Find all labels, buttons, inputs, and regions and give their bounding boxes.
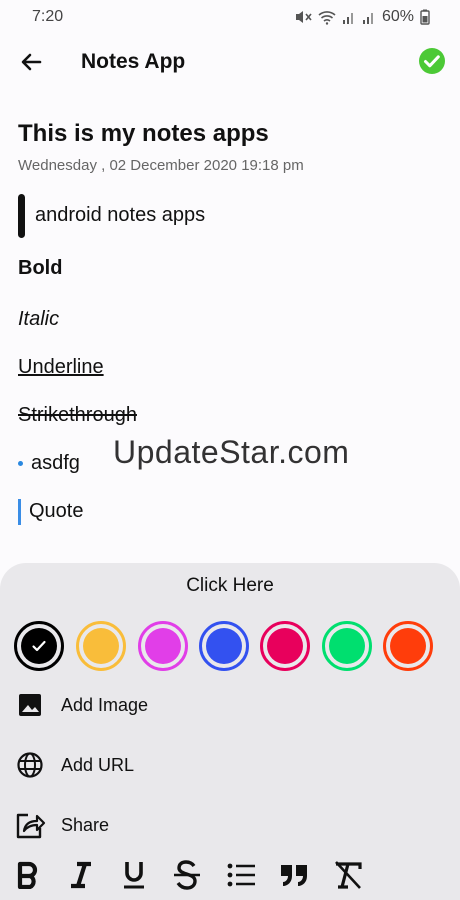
color-swatch-yellow[interactable] <box>76 621 126 671</box>
signal-icon <box>342 13 353 24</box>
note-line-strikethrough[interactable]: Strikethrough <box>18 404 137 427</box>
note-date: Wednesday , 02 December 2020 19:18 pm <box>18 157 304 174</box>
bullet-list-button[interactable] <box>224 858 258 892</box>
add-image-button[interactable]: Add Image <box>14 685 314 725</box>
underline-icon <box>124 862 144 889</box>
note-line-underline[interactable]: Underline <box>18 356 104 379</box>
image-icon <box>14 689 46 721</box>
strikethrough-icon <box>174 860 200 890</box>
bullet-list-icon <box>227 863 255 887</box>
text-cursor-bar <box>18 194 25 238</box>
clear-format-button[interactable] <box>331 858 365 892</box>
status-icons: 60% <box>294 8 430 26</box>
color-swatch-crimson[interactable] <box>260 621 310 671</box>
battery-icon <box>420 9 430 25</box>
bold-icon <box>17 861 38 889</box>
add-url-button[interactable]: Add URL <box>14 745 314 785</box>
color-swatch-black[interactable] <box>14 621 64 671</box>
add-image-label: Add Image <box>61 694 149 715</box>
swatch-fill <box>329 628 365 664</box>
swatch-fill <box>206 628 242 664</box>
mute-icon <box>295 11 312 23</box>
swatch-fill <box>83 628 119 664</box>
check-icon <box>32 640 46 652</box>
share-label: Share <box>61 814 110 835</box>
page-title: Notes App <box>81 50 186 73</box>
share-icon <box>14 809 46 841</box>
bold-button[interactable] <box>11 858 45 892</box>
bullet-dot-icon <box>18 461 23 466</box>
app-bar: Notes App <box>0 34 460 90</box>
clear-format-icon <box>335 861 362 889</box>
quote-icon <box>281 865 307 886</box>
quote-button[interactable] <box>277 858 311 892</box>
note-line-bullet[interactable]: asdfg <box>31 452 80 475</box>
color-swatch-blue[interactable] <box>199 621 249 671</box>
color-swatch-orange-red[interactable] <box>383 621 433 671</box>
status-bar: 7:20 60% <box>0 0 460 34</box>
check-circle-icon <box>419 48 445 74</box>
swatch-fill <box>145 628 181 664</box>
italic-button[interactable] <box>64 858 98 892</box>
note-title[interactable]: This is my notes apps <box>18 120 269 148</box>
note-line-quote[interactable]: Quote <box>29 500 83 523</box>
sheet-title[interactable]: Click Here <box>0 575 460 597</box>
back-button[interactable] <box>18 48 46 76</box>
arrow-left-icon <box>21 53 42 71</box>
strikethrough-button[interactable] <box>170 858 204 892</box>
italic-icon <box>71 861 91 889</box>
note-line-bold[interactable]: Bold <box>18 257 62 280</box>
note-line-italic[interactable]: Italic <box>18 308 59 331</box>
color-swatch-magenta[interactable] <box>138 621 188 671</box>
underline-button[interactable] <box>117 858 151 892</box>
bottom-sheet: Click Here Add Image Add URL Share <box>0 563 460 900</box>
share-button[interactable]: Share <box>14 805 314 845</box>
signal-icon-2 <box>362 13 373 24</box>
swatch-fill <box>21 628 57 664</box>
format-toolbar <box>0 858 460 898</box>
wifi-icon <box>318 11 336 25</box>
watermark: UpdateStar.com <box>113 434 350 470</box>
status-time: 7:20 <box>32 8 64 25</box>
swatch-fill <box>390 628 426 664</box>
quote-bar <box>18 499 21 525</box>
add-url-label: Add URL <box>61 754 135 775</box>
note-line-plain[interactable]: android notes apps <box>35 204 205 227</box>
globe-icon <box>14 749 46 781</box>
swatch-fill <box>267 628 303 664</box>
battery-percent: 60% <box>381 8 414 25</box>
color-swatch-green[interactable] <box>322 621 372 671</box>
save-button[interactable] <box>418 47 446 75</box>
